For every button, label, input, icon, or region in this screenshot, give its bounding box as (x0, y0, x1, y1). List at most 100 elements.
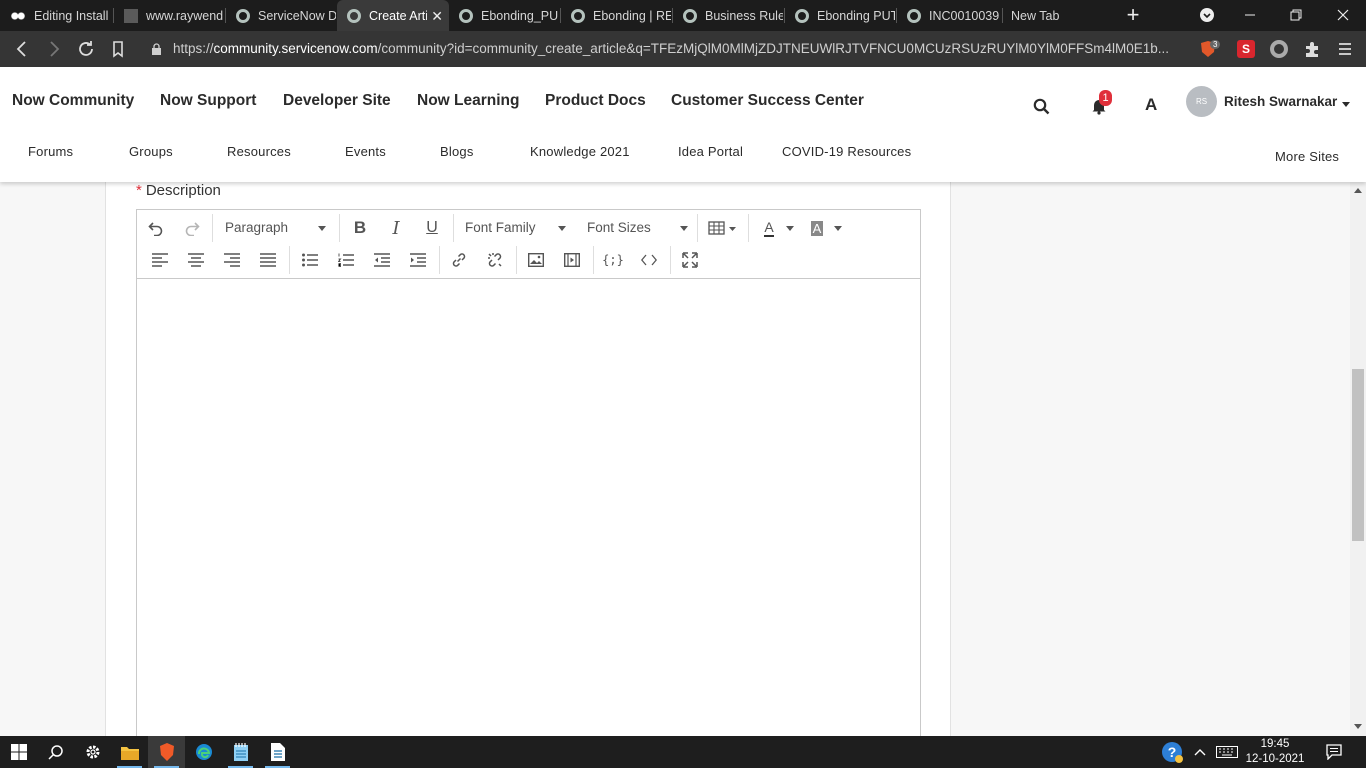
notepad-icon[interactable] (222, 736, 259, 768)
extension-circle-icon[interactable] (1270, 40, 1288, 58)
browser-toolbar: https://community.servicenow.com/communi… (0, 31, 1366, 67)
link-icon[interactable] (445, 247, 473, 273)
topnav-developer-site[interactable]: Developer Site (283, 92, 391, 110)
close-window-icon[interactable] (1331, 4, 1355, 26)
browser-tab[interactable]: Ebonding PUT (785, 0, 895, 31)
subnav-groups[interactable]: Groups (129, 144, 173, 159)
topnav-customer-success-center[interactable]: Customer Success Center (671, 92, 864, 110)
topnav-now-community[interactable]: Now Community (12, 92, 134, 110)
more-sites-link[interactable]: More Sites (1275, 149, 1339, 164)
fullscreen-icon[interactable] (676, 247, 704, 273)
scroll-down-arrow-icon[interactable] (1354, 724, 1362, 729)
topnav-product-docs[interactable]: Product Docs (545, 92, 646, 110)
page-scrollbar[interactable] (1350, 182, 1366, 736)
browser-tab-active[interactable]: Create Arti ✕ (337, 0, 449, 31)
restore-window-icon[interactable] (1284, 4, 1308, 26)
subnav-events[interactable]: Events (345, 144, 386, 159)
tab-title: Create Arti (369, 8, 427, 23)
background-color-icon[interactable]: A (804, 215, 844, 241)
browser-tab[interactable]: Business Rules (673, 0, 783, 31)
bookmark-icon[interactable] (106, 37, 130, 61)
scroll-thumb[interactable] (1352, 369, 1364, 541)
url-bar[interactable]: https://community.servicenow.com/communi… (141, 35, 1191, 63)
avatar[interactable]: RS (1186, 86, 1217, 117)
browser-tab[interactable]: ServiceNow D (226, 0, 336, 31)
windows-taskbar: ? 19:45 12-10-2021 (0, 736, 1366, 768)
editor-content-area[interactable] (137, 279, 920, 736)
align-center-icon[interactable] (182, 247, 210, 273)
rich-text-editor: Paragraph B I U Font Family Font Sizes A… (136, 209, 921, 736)
text-color-icon[interactable]: A (756, 215, 796, 241)
bullet-list-icon[interactable] (296, 247, 324, 273)
forward-icon[interactable] (42, 37, 66, 61)
subnav-forums[interactable]: Forums (28, 144, 73, 159)
topnav-now-learning[interactable]: Now Learning (417, 92, 519, 110)
description-label: * Description (136, 182, 221, 199)
brave-browser-icon[interactable] (148, 736, 185, 768)
browser-tab[interactable]: New Tab (1003, 0, 1108, 31)
bold-icon[interactable]: B (346, 215, 374, 241)
document-icon[interactable] (259, 736, 296, 768)
subnav-blogs[interactable]: Blogs (440, 144, 474, 159)
browser-tab[interactable]: Ebonding_PU (449, 0, 559, 31)
outdent-icon[interactable] (368, 247, 396, 273)
back-icon[interactable] (10, 37, 34, 61)
table-icon[interactable] (706, 215, 740, 241)
search-icon[interactable] (37, 736, 74, 768)
system-clock[interactable]: 19:45 12-10-2021 (1243, 737, 1307, 767)
browser-menu-icon[interactable] (1336, 40, 1354, 58)
search-icon[interactable] (1033, 98, 1050, 120)
unlink-icon[interactable] (481, 247, 509, 273)
keyboard-icon[interactable] (1208, 736, 1245, 768)
undo-icon[interactable] (142, 215, 170, 241)
subnav-covid-19-resources[interactable]: COVID-19 Resources (782, 144, 911, 159)
accessibility-text-icon[interactable]: A (1145, 95, 1157, 115)
topnav-now-support[interactable]: Now Support (160, 92, 256, 110)
brave-shields-icon[interactable]: 3 (1199, 40, 1221, 58)
settings-gear-icon[interactable] (74, 736, 111, 768)
subnav-idea-portal[interactable]: Idea Portal (678, 144, 743, 159)
edge-browser-icon[interactable] (185, 736, 222, 768)
scroll-up-arrow-icon[interactable] (1354, 188, 1362, 193)
tab-title: Ebonding | RE (593, 8, 671, 23)
browser-tab-strip: Editing Install www.raywend ServiceNow D… (0, 0, 1366, 31)
align-right-icon[interactable] (218, 247, 246, 273)
extension-s-icon[interactable]: S (1237, 40, 1255, 58)
editor-toolbar: Paragraph B I U Font Family Font Sizes A… (137, 210, 920, 279)
subnav-knowledge-2021[interactable]: Knowledge 2021 (530, 144, 630, 159)
action-center-icon[interactable] (1315, 736, 1352, 768)
subnav-resources[interactable]: Resources (227, 144, 291, 159)
align-left-icon[interactable] (146, 247, 174, 273)
clock-time: 19:45 (1260, 738, 1290, 750)
font-size-dropdown[interactable]: Font Sizes (587, 215, 693, 241)
user-name[interactable]: Ritesh Swarnakar (1224, 94, 1337, 109)
file-explorer-icon[interactable] (111, 736, 148, 768)
browser-tab[interactable]: www.raywend (114, 0, 224, 31)
user-menu-caret-icon[interactable] (1342, 102, 1350, 107)
redo-icon[interactable] (178, 215, 206, 241)
tab-title: ServiceNow D (258, 8, 336, 23)
numbered-list-icon[interactable] (332, 247, 360, 273)
source-code-icon[interactable] (635, 247, 663, 273)
reload-icon[interactable] (74, 37, 98, 61)
insert-image-icon[interactable] (522, 247, 550, 273)
insert-media-icon[interactable] (558, 247, 586, 273)
new-tab-button[interactable]: + (1121, 4, 1145, 26)
font-family-dropdown[interactable]: Font Family (465, 215, 571, 241)
browser-tab[interactable]: INC0010039 | (897, 0, 1001, 31)
browser-tab[interactable]: Editing Install (0, 0, 112, 31)
underline-icon[interactable]: U (418, 215, 446, 241)
tab-title: Editing Install (34, 8, 109, 23)
chevron-down-icon (318, 226, 326, 231)
tab-search-icon[interactable] (1195, 4, 1219, 26)
align-justify-icon[interactable] (254, 247, 282, 273)
extensions-puzzle-icon[interactable] (1303, 40, 1321, 58)
code-sample-icon[interactable]: {;} (599, 247, 627, 273)
block-format-dropdown[interactable]: Paragraph (225, 215, 330, 241)
close-tab-icon[interactable]: ✕ (431, 8, 443, 25)
indent-icon[interactable] (404, 247, 432, 273)
italic-icon[interactable]: I (382, 215, 410, 241)
windows-start-icon[interactable] (0, 736, 37, 768)
browser-tab[interactable]: Ebonding | RE (561, 0, 671, 31)
minimize-window-icon[interactable] (1238, 4, 1262, 26)
